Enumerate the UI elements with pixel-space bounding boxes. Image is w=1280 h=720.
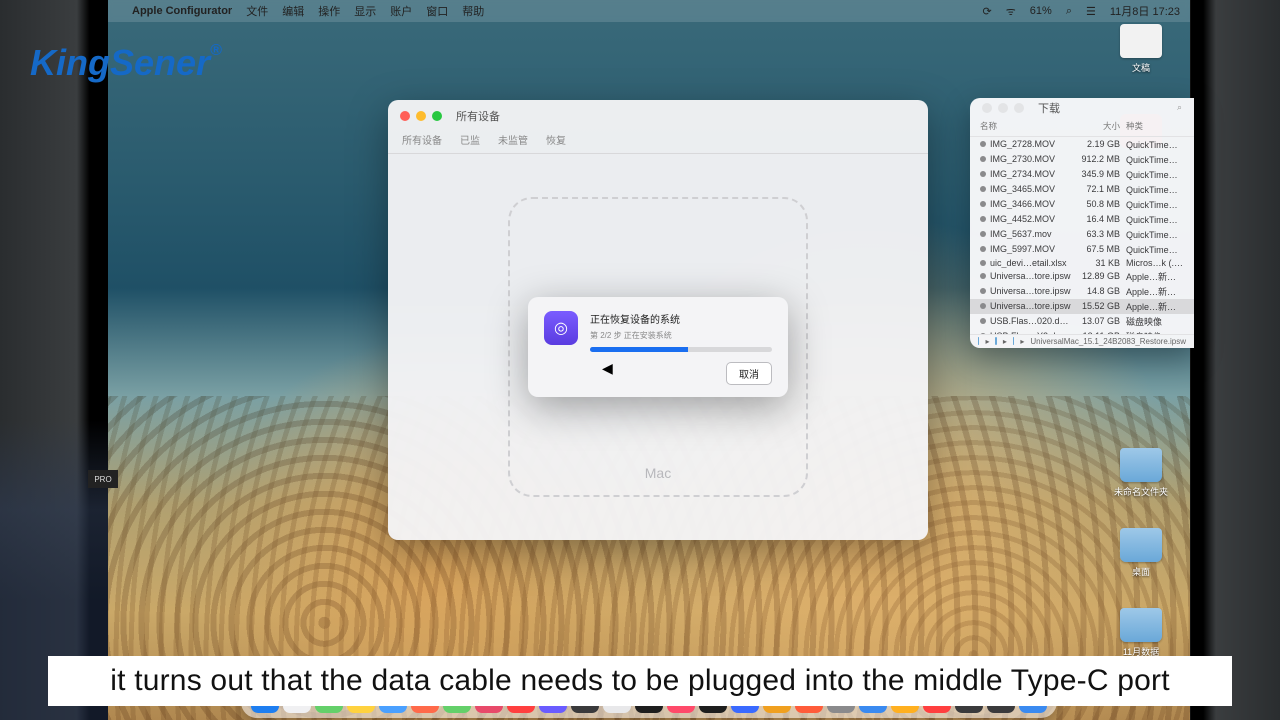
table-row[interactable]: Universa…tore.ipsw14.8 GBApple…新文件 (970, 284, 1194, 299)
clock: 11月8日 17:23 (1110, 3, 1180, 19)
menubar: Apple Configurator 文件 编辑 操作 显示 账户 窗口 帮助 … (108, 0, 1190, 22)
finder-file-list[interactable]: IMG_2728.MOV2.19 GBQuickTime影片IMG_2730.M… (970, 137, 1194, 334)
status-icon[interactable]: ⟳ (983, 5, 992, 18)
menu-help[interactable]: 帮助 (462, 3, 484, 19)
dialog-title: 正在恢复设备的系统 (590, 311, 772, 326)
minimize-icon[interactable] (998, 103, 1008, 113)
tab-unsup[interactable]: 未监管 (498, 132, 528, 153)
folder-icon (1120, 448, 1162, 482)
menu-window[interactable]: 窗口 (426, 3, 448, 19)
video-caption: it turns out that the data cable needs t… (48, 656, 1232, 706)
drive-icon (978, 337, 979, 345)
table-row[interactable]: IMG_2734.MOV345.9 MBQuickTime影片 (970, 167, 1194, 182)
photo-label: PRO (88, 470, 118, 488)
desktop-item-untitled[interactable]: 未命名文件夹 (1114, 448, 1168, 498)
tab-all[interactable]: 所有设备 (402, 132, 442, 153)
desktop: Apple Configurator 文件 编辑 操作 显示 账户 窗口 帮助 … (108, 0, 1190, 720)
app-name[interactable]: Apple Configurator (132, 5, 232, 17)
table-row[interactable]: IMG_3466.MOV50.8 MBQuickTime影片 (970, 197, 1194, 212)
configurator-window: 所有设备 所有设备 已监 未监管 恢复 Mac ◎ 正在恢复设备的系统 第 2/… (388, 100, 928, 540)
menu-edit[interactable]: 编辑 (282, 3, 304, 19)
folder-icon (995, 337, 996, 345)
tab-supervised[interactable]: 已监 (460, 132, 480, 153)
table-row[interactable]: IMG_4452.MOV16.4 MBQuickTime影片 (970, 212, 1194, 227)
window-title: 所有设备 (456, 108, 500, 124)
tab-restore[interactable]: 恢复 (546, 132, 566, 153)
search-icon[interactable]: ⌕ (1066, 5, 1072, 18)
cancel-button[interactable]: 取消 (726, 362, 772, 385)
table-row[interactable]: Universa…tore.ipsw15.52 GBApple…新文件 (970, 299, 1194, 314)
cursor-icon: ◀ (602, 360, 613, 377)
menu-file[interactable]: 文件 (246, 3, 268, 19)
desktop-item-documents[interactable]: 文稿 (1120, 24, 1162, 74)
finder-columns: 名称 大小 种类 (970, 118, 1194, 137)
finder-title: 下载 (1038, 100, 1060, 116)
configurator-tabs: 所有设备 已监 未监管 恢复 (388, 132, 928, 154)
zoom-icon[interactable] (432, 111, 442, 121)
table-row[interactable]: Universa…tore.ipsw12.89 GBApple…新文件 (970, 269, 1194, 284)
kingsener-watermark: KingSener® (30, 42, 222, 84)
minimize-icon[interactable] (416, 111, 426, 121)
restore-progress-dialog: ◎ 正在恢复设备的系统 第 2/2 步 正在安装系统 取消 (528, 297, 788, 397)
zoom-icon[interactable] (1014, 103, 1024, 113)
table-row[interactable]: IMG_5997.MOV67.5 MBQuickTime影片 (970, 242, 1194, 257)
desktop-item-nov[interactable]: 11月数据 (1120, 608, 1162, 658)
battery-pct: 61% (1030, 5, 1052, 17)
close-icon[interactable] (400, 111, 410, 121)
window-titlebar[interactable]: 所有设备 (388, 100, 928, 132)
dialog-subtitle: 第 2/2 步 正在安装系统 (590, 330, 772, 341)
drop-label: Mac (645, 465, 671, 481)
finder-pathbar[interactable]: ▸ ▸ ▸ UniversalMac_15.1_24B2083_Restore.… (970, 334, 1194, 348)
col-size[interactable]: 大小 (1072, 120, 1120, 132)
configurator-app-icon: ◎ (544, 311, 578, 345)
folder-icon (1120, 528, 1162, 562)
wifi-icon[interactable]: ᯤ (1006, 4, 1016, 19)
table-row[interactable]: uic_devi…etail.xlsx31 KBMicros…k (.xlsx) (970, 257, 1194, 269)
finder-window: 下载 ⌕ 名称 大小 种类 IMG_2728.MOV2.19 GBQuickTi… (970, 98, 1194, 348)
finder-titlebar[interactable]: 下载 ⌕ (970, 98, 1194, 118)
path-leaf: UniversalMac_15.1_24B2083_Restore.ipsw (1030, 337, 1186, 346)
close-icon[interactable] (982, 103, 992, 113)
menu-account[interactable]: 账户 (390, 3, 412, 19)
menu-view[interactable]: 显示 (354, 3, 376, 19)
control-center-icon[interactable]: ☰ (1086, 5, 1096, 18)
table-row[interactable]: USB.Flas…020.dmg13.07 GB磁盘映像 (970, 314, 1194, 329)
col-kind[interactable]: 种类 (1120, 120, 1184, 132)
table-row[interactable]: IMG_5637.mov63.3 MBQuickTime影片 (970, 227, 1194, 242)
folder-icon (1013, 337, 1014, 345)
menu-action[interactable]: 操作 (318, 3, 340, 19)
table-row[interactable]: IMG_3465.MOV72.1 MBQuickTime影片 (970, 182, 1194, 197)
search-icon[interactable]: ⌕ (1177, 102, 1182, 113)
table-row[interactable]: IMG_2728.MOV2.19 GBQuickTime影片 (970, 137, 1194, 152)
table-row[interactable]: IMG_2730.MOV912.2 MBQuickTime影片 (970, 152, 1194, 167)
document-icon (1120, 24, 1162, 58)
folder-icon (1120, 608, 1162, 642)
col-name[interactable]: 名称 (980, 120, 1072, 132)
progress-bar (590, 347, 772, 352)
desktop-item-desktop[interactable]: 桌面 (1120, 528, 1162, 578)
